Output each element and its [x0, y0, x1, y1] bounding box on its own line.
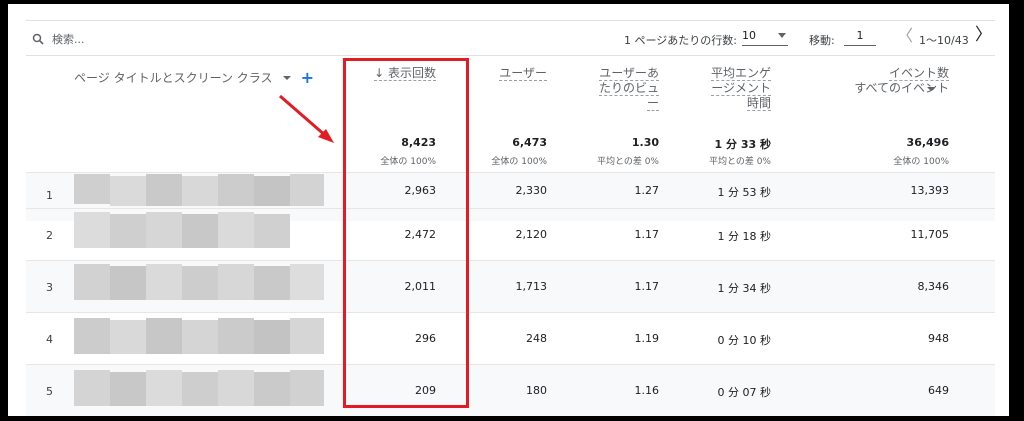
column-header-line: ユーザーあ [599, 66, 659, 81]
total-views-per-user-sub: 平均との差 0% [596, 157, 659, 167]
total-event-count: 36,496 [906, 136, 949, 149]
column-header-views-per-user[interactable]: ユーザーあ たりのビュ ー [598, 66, 659, 111]
cell-event-count: 11,705 [910, 228, 950, 241]
rows-per-page-label: 1 ページあたりの行数: [624, 34, 737, 47]
row-index: 3 [46, 281, 53, 294]
chevron-down-icon[interactable] [927, 87, 935, 91]
column-header-line: 平均エンゲ [710, 66, 771, 81]
chevron-down-icon [778, 33, 786, 38]
cell-engagement-time: 1 分 34 秒 [717, 282, 772, 295]
total-users-sub: 全体の 100% [491, 157, 547, 167]
cell-users: 2,330 [515, 184, 548, 197]
arrow-annotation [279, 94, 334, 143]
next-page-icon[interactable]: 〉 [975, 27, 992, 44]
total-engagement-time: 1 分 33 秒 [714, 138, 771, 151]
cell-views-per-user: 1.16 [634, 384, 660, 397]
cell-engagement-time: 1 分 18 秒 [717, 230, 772, 243]
column-header-line: 時間 [746, 96, 771, 111]
page-range: 1〜10/43 [919, 34, 969, 47]
goto-page-value: 1 [856, 29, 864, 42]
cell-event-count: 8,346 [917, 280, 950, 293]
cell-views-per-user: 1.27 [634, 184, 660, 197]
column-header-users[interactable]: ユーザー [499, 66, 547, 81]
cell-engagement-time: 1 分 53 秒 [717, 186, 772, 199]
prev-page-icon[interactable]: 〈 [897, 28, 913, 44]
total-engagement-time-sub: 平均との差 0% [708, 157, 771, 167]
cell-views-per-user: 1.17 [634, 280, 660, 293]
cell-event-count: 649 [928, 384, 949, 397]
cell-views-per-user: 1.19 [634, 332, 660, 345]
redacted-page-titles [56, 172, 326, 416]
column-header-line: ー [646, 96, 659, 111]
goto-page-input[interactable]: 1 [844, 27, 876, 46]
column-header-line: イベント数 [888, 66, 949, 81]
column-header-users-label: ユーザー [499, 66, 547, 81]
highlight-box [343, 58, 469, 408]
total-event-count-sub: 全体の 100% [893, 157, 949, 167]
row-index: 5 [46, 385, 53, 398]
total-users: 6,473 [512, 136, 547, 149]
cell-users: 2,120 [515, 228, 548, 241]
goto-label: 移動: [809, 34, 835, 47]
cell-engagement-time: 0 分 10 秒 [717, 334, 772, 347]
cell-users: 180 [526, 384, 547, 397]
total-views-per-user: 1.30 [631, 136, 659, 149]
row-index: 1 [46, 189, 53, 202]
cell-event-count: 13,393 [910, 184, 950, 197]
cell-views-per-user: 1.17 [634, 228, 660, 241]
column-header-engagement-time[interactable]: 平均エンゲ ージメント 時間 [710, 66, 771, 111]
cell-users: 248 [526, 332, 547, 345]
row-index: 4 [46, 333, 53, 346]
rows-per-page-value: 10 [742, 29, 756, 42]
column-header-event-count[interactable]: イベント数 すべてのイベント [854, 66, 949, 96]
rows-per-page-select[interactable]: 10 [742, 27, 788, 46]
cell-engagement-time: 0 分 07 秒 [717, 386, 772, 399]
cell-users: 1,713 [515, 280, 548, 293]
analytics-report-frame: 検索... 1 ページあたりの行数: 10 移動: 1 〈 1〜10/43 〉 … [8, 4, 1009, 416]
cell-event-count: 948 [928, 332, 949, 345]
column-header-line: ージメント [711, 81, 771, 96]
row-index: 2 [46, 229, 53, 242]
column-header-line: たりのビュ [598, 81, 659, 96]
